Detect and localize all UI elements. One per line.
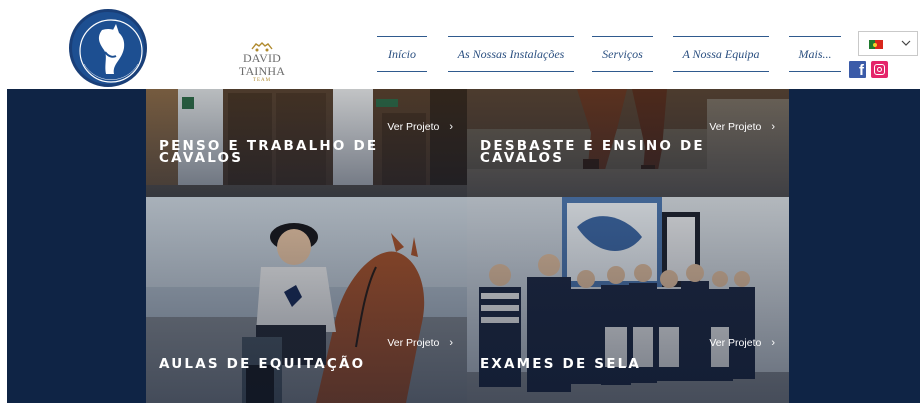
- project-tile-penso[interactable]: Ver Projeto › PENSO E TRABALHO DE CAVALOS: [146, 89, 467, 197]
- instagram-icon[interactable]: [871, 61, 888, 78]
- ver-projeto-link[interactable]: Ver Projeto ›: [387, 337, 453, 349]
- project-title: EXAMES DE SELA: [480, 356, 642, 372]
- portugal-flag-icon: [869, 40, 883, 49]
- nav-item-mais[interactable]: Mais...: [789, 36, 841, 72]
- chevron-right-icon: ›: [449, 337, 453, 349]
- chevron-down-icon: [901, 36, 911, 53]
- tile-overlay: [146, 197, 467, 403]
- chevron-right-icon: ›: [771, 337, 775, 349]
- tile-overlay: [467, 197, 789, 403]
- nav-item-inicio[interactable]: Início: [377, 36, 427, 72]
- brand-name: DAVID TAINHA: [238, 51, 286, 78]
- facebook-icon[interactable]: f: [849, 61, 866, 79]
- ver-projeto-link[interactable]: Ver Projeto ›: [709, 121, 775, 133]
- nav-item-equipa[interactable]: A Nossa Equipa: [673, 36, 769, 72]
- project-title: PENSO E TRABALHO DE CAVALOS: [159, 138, 379, 166]
- brand-logo[interactable]: DAVID TAINHA TEAM: [222, 40, 302, 84]
- project-tile-exames[interactable]: Ver Projeto › EXAMES DE SELA: [467, 197, 789, 403]
- project-tile-desbaste[interactable]: Ver Projeto › DESBASTE E ENSINO DE CAVALOS: [467, 89, 789, 197]
- nav-item-instalacoes[interactable]: As Nossas Instalações: [448, 36, 574, 72]
- nav-item-servicos[interactable]: Serviços: [592, 36, 653, 72]
- project-title: DESBASTE E ENSINO DE CAVALOS: [480, 138, 705, 166]
- club-logo[interactable]: [69, 9, 147, 87]
- ver-projeto-link[interactable]: Ver Projeto ›: [387, 121, 453, 133]
- ver-projeto-link[interactable]: Ver Projeto ›: [709, 337, 775, 349]
- chevron-right-icon: ›: [771, 121, 775, 133]
- project-title: AULAS DE EQUITAÇÃO: [159, 356, 366, 372]
- brand-subtitle: TEAM: [252, 78, 272, 83]
- chevron-right-icon: ›: [449, 121, 453, 133]
- site-header: DAVID TAINHA TEAM Início As Nossas Insta…: [0, 0, 920, 89]
- page: DAVID TAINHA TEAM Início As Nossas Insta…: [0, 0, 920, 403]
- project-tile-aulas[interactable]: Ver Projeto › AULAS DE EQUITAÇÃO: [146, 197, 467, 403]
- language-selector[interactable]: [858, 31, 918, 56]
